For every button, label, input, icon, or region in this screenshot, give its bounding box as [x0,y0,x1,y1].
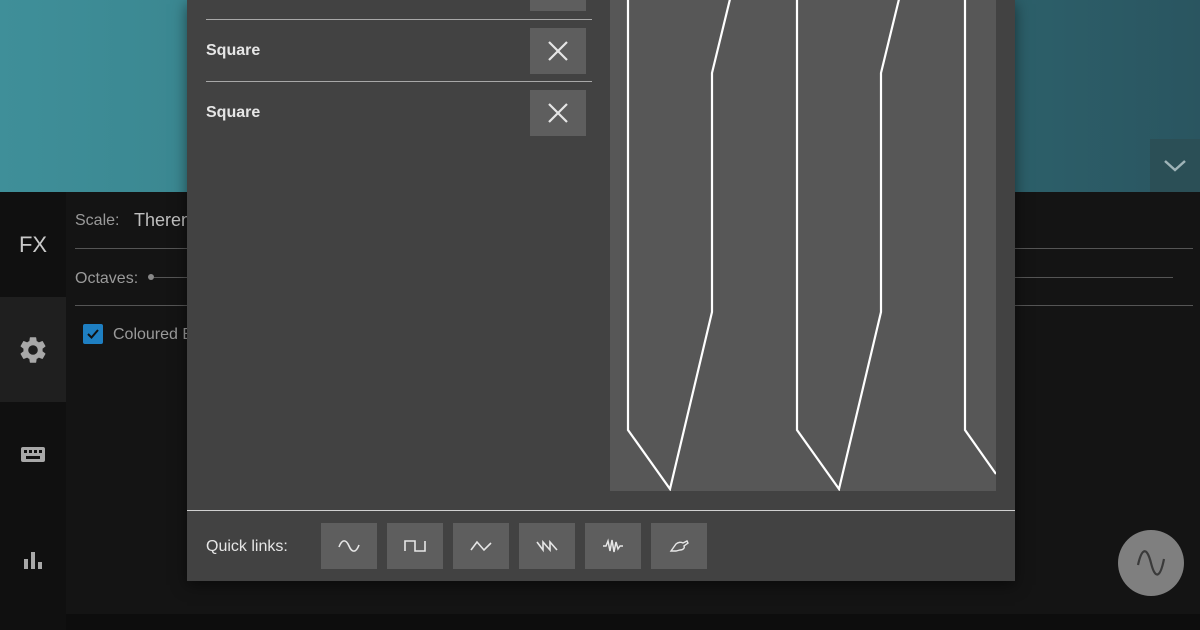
remove-waveform-button[interactable] [530,28,586,74]
coloured-checkbox[interactable] [83,324,103,344]
octaves-slider-track-right[interactable] [1015,277,1173,278]
scale-value[interactable]: Theren [134,210,191,231]
scale-label: Scale: [75,212,120,229]
chevron-down-icon [1164,159,1186,172]
coloured-label: Coloured B [113,326,194,343]
quick-link-triangle-button[interactable] [453,523,509,569]
octaves-slider-track[interactable] [154,277,190,278]
sawtooth-wave-icon [536,539,558,553]
square-wave-icon [404,540,426,552]
quick-links-label: Quick links: [206,538,288,555]
sine-wave-icon [338,540,360,552]
remove-waveform-button[interactable] [530,90,586,136]
quick-link-noise-button[interactable] [585,523,641,569]
fx-label: FX [18,231,48,257]
quick-link-draw-button[interactable] [651,523,707,569]
waveform-preview-graph [626,0,996,491]
waveform-row: Square [206,20,592,82]
quick-link-sine-button[interactable] [321,523,377,569]
sine-wave-icon [1136,550,1166,576]
quick-link-sawtooth-button[interactable] [519,523,575,569]
waveform-dialog: Square Square Quick links: [187,0,1015,581]
sidebar: FX [0,192,66,630]
waveform-preview[interactable] [610,0,996,491]
close-icon [548,103,568,123]
sidebar-item-fx[interactable]: FX [0,192,66,297]
waveform-label: Square [206,42,261,59]
close-icon [548,41,568,61]
draw-hand-icon [669,540,689,552]
waveform-row: Square [206,82,592,144]
sidebar-item-settings[interactable] [0,297,66,402]
noise-wave-icon [603,538,623,553]
remove-button-partial[interactable] [530,0,586,11]
waveform-label: Square [206,104,261,121]
quick-link-square-button[interactable] [387,523,443,569]
sidebar-item-stats[interactable] [0,507,66,612]
checkmark-icon [87,329,99,339]
bar-chart-icon [24,551,42,569]
keyboard-icon [21,446,45,462]
octaves-label: Octaves: [75,270,139,287]
collapse-button[interactable] [1150,139,1200,192]
sidebar-item-keyboard[interactable] [0,402,66,507]
triangle-wave-icon [470,540,492,552]
settings-gear-icon [20,336,46,363]
footer-divider [187,510,1015,511]
waveform-fab-button[interactable] [1118,530,1184,596]
